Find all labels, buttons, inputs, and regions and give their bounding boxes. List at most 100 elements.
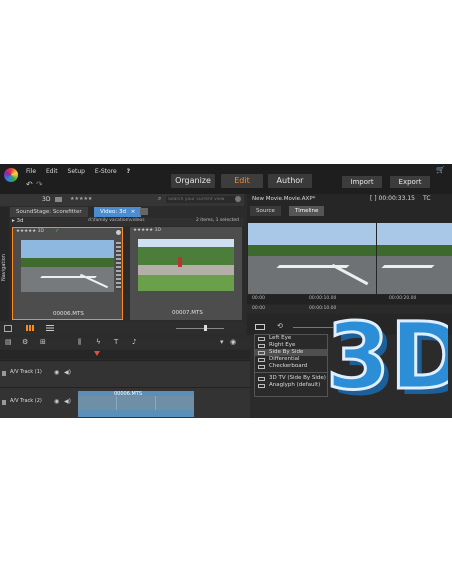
track-1-lock-icon[interactable] (2, 371, 6, 376)
menu-setup[interactable]: Setup (68, 168, 85, 175)
glasses-icon (258, 383, 265, 388)
breadcrumb[interactable]: ▸ 3d (12, 218, 24, 224)
track-2-lock-icon[interactable] (2, 400, 6, 405)
tab-soundstage[interactable]: SoundStage: Scorefitter (10, 207, 88, 217)
track-1-eye-icon[interactable]: ◉ (54, 369, 59, 376)
help-icon[interactable]: ? (127, 168, 130, 175)
author-tab[interactable]: Author (268, 174, 312, 188)
menu-divider (255, 372, 327, 373)
import-button[interactable]: Import (342, 176, 382, 188)
tv-icon (258, 376, 265, 381)
menu-item-differential[interactable]: Differential (255, 356, 327, 363)
track-header-icon[interactable]: ▤ (5, 338, 12, 346)
differential-icon (258, 357, 265, 362)
menu-item-left-eye[interactable]: Left Eye (255, 335, 327, 342)
collapse-icon[interactable] (4, 325, 12, 332)
playhead-icon[interactable] (94, 351, 100, 356)
loop-icon[interactable]: ⟲ (277, 322, 283, 330)
eye-icon (258, 343, 265, 348)
clip-card-2[interactable]: ★★★★★ 3D 00007.MTS (130, 227, 242, 320)
breadcrumb-label: 3d (16, 218, 24, 224)
library-search-input[interactable] (166, 196, 236, 203)
3d-logo: 3D 3D (322, 296, 452, 417)
preview-left-eye (248, 223, 376, 294)
clip-name-2: 00007.MTS (172, 310, 203, 316)
menu-item-label: Side By Side (269, 349, 304, 355)
library-toolbar (0, 322, 244, 335)
3d-logo-text: 3D (326, 303, 448, 406)
menu-item-3d-tv[interactable]: 3D TV (Side By Side) (255, 375, 327, 382)
menu-edit[interactable]: Edit (46, 168, 58, 175)
eye-icon (258, 336, 265, 341)
track-2: A/V Track (2) ◉ ◀) 00006.MTS (0, 387, 250, 418)
library-toggle-icon[interactable] (55, 197, 62, 202)
menu-item-checkerboard[interactable]: Checkerboard (255, 363, 327, 370)
clip-stars-1: ★★★★★ 3D (16, 229, 44, 234)
redo-icon[interactable]: ↷ (36, 180, 43, 189)
side-by-side-icon (258, 350, 265, 355)
undo-icon[interactable]: ↶ (26, 180, 33, 189)
menu-estore[interactable]: E-Store (95, 168, 117, 175)
track-2-audio-icon[interactable]: ◀) (64, 398, 71, 405)
zoom-slider-handle[interactable] (204, 325, 207, 331)
menu-item-label: Left Eye (269, 335, 292, 341)
menu-bar: File Edit Setup E-Store ? (26, 168, 138, 175)
cart-icon[interactable]: 🛒 (436, 166, 445, 174)
preview-right-eye (377, 223, 452, 294)
ruler2-tick-0: 00:00 (252, 306, 265, 311)
project-name: New Movie.Movie.AXP* (252, 196, 316, 202)
timeline-clip[interactable]: 00006.MTS (78, 391, 194, 417)
film-strip-icon (116, 242, 121, 290)
clip-stars-2: ★★★★★ 3D (133, 228, 161, 233)
navigation-sidebar[interactable]: Navigation (0, 207, 9, 321)
library-stars-filter[interactable]: ★★★★★ (70, 196, 92, 202)
grid-view-icon[interactable] (26, 325, 34, 331)
title-icon[interactable]: T (114, 338, 118, 346)
track-1-label: A/V Track (1) (10, 369, 42, 375)
duration-timecode: [ ] 00:00:33.15 (370, 195, 415, 202)
clip-thumbnail-2 (138, 239, 234, 291)
library-count: 2 items, 1 selected (196, 218, 239, 223)
track-1-audio-icon[interactable]: ◀) (64, 369, 71, 376)
audio-icon[interactable]: ♪ (132, 338, 136, 346)
clip-thumbnail-1 (21, 240, 114, 292)
menu-item-label: Anaglyph (default) (269, 382, 321, 388)
timeline-ruler[interactable] (0, 350, 250, 359)
library-filter-3d[interactable]: 3D (42, 196, 50, 203)
clip-card-1[interactable]: ★★★★★ 3D ✓ 00006.MTS (12, 227, 123, 320)
add-tab-icon[interactable] (140, 208, 148, 215)
export-button[interactable]: Export (390, 176, 430, 188)
library-path: d:\family vacation\videos (88, 218, 145, 223)
tab-video-3d[interactable]: Video: 3d × (94, 207, 142, 217)
menu-item-anaglyph[interactable]: Anaglyph (default) (255, 382, 327, 389)
marker-icon[interactable]: ▾ (220, 338, 224, 346)
menu-file[interactable]: File (26, 168, 36, 175)
top-bar: File Edit Setup E-Store ? ↶ ↷ Organize E… (0, 164, 452, 194)
menu-item-label: Checkerboard (269, 363, 308, 369)
organize-tab[interactable]: Organize (171, 174, 215, 188)
menu-item-label: Differential (269, 356, 300, 362)
snapshot-icon[interactable]: ◉ (230, 338, 236, 346)
storyboard-icon[interactable]: ⊞ (40, 338, 46, 346)
mixer-icon[interactable]: ⫼ (78, 338, 81, 347)
timeline-clip-name: 00006.MTS (114, 391, 143, 397)
track-2-eye-icon[interactable]: ◉ (54, 398, 59, 405)
settings-icon[interactable]: ⚙ (22, 338, 28, 346)
menu-item-right-eye[interactable]: Right Eye (255, 342, 327, 349)
check-icon: ✓ (55, 228, 60, 234)
search-clear-icon[interactable] (235, 196, 241, 202)
zoom-slider[interactable] (176, 328, 224, 329)
menu-item-side-by-side[interactable]: Side By Side (255, 349, 327, 356)
menu-item-label: 3D TV (Side By Side) (269, 375, 326, 381)
close-icon[interactable]: × (131, 209, 136, 215)
track-1: A/V Track (1) ◉ ◀) (0, 360, 250, 387)
tab-timeline[interactable]: Timeline (289, 206, 325, 216)
clip-info-icon[interactable] (116, 230, 121, 235)
tab-source[interactable]: Source (250, 206, 281, 216)
edit-tab[interactable]: Edit (221, 174, 263, 188)
search-icon: ⌕ (158, 195, 162, 202)
track-2-label: A/V Track (2) (10, 398, 42, 404)
list-view-icon[interactable] (46, 325, 54, 331)
stereo-mode-icon[interactable] (255, 324, 265, 330)
split-icon[interactable]: ϟ (96, 338, 101, 346)
